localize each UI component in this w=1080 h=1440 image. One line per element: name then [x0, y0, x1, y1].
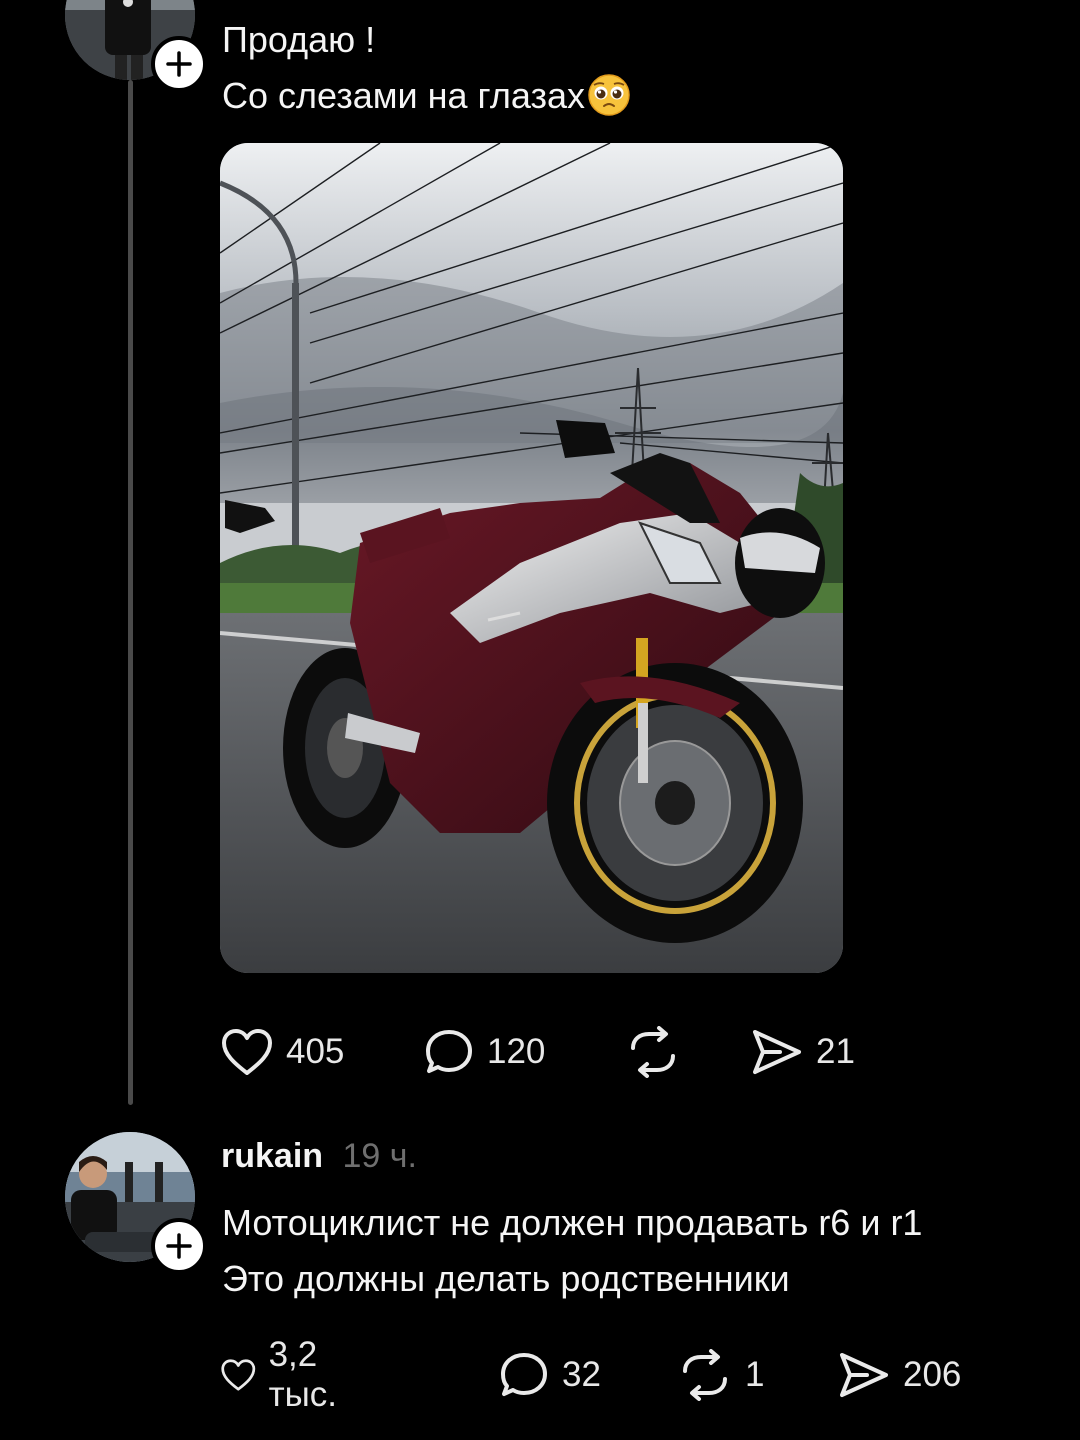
plus-icon — [166, 51, 192, 77]
share-button[interactable]: 21 — [750, 1024, 855, 1080]
follow-reply-author-button[interactable] — [151, 1218, 207, 1274]
repost-icon — [683, 1349, 727, 1401]
heart-icon — [221, 1359, 256, 1391]
repost-button[interactable] — [625, 1024, 693, 1080]
heart-icon — [222, 1029, 272, 1075]
share-icon — [753, 1030, 801, 1074]
pleading-face-emoji-icon — [588, 74, 630, 117]
reply-share-count: 206 — [903, 1355, 962, 1394]
post-text-line: Со слезами на глазах — [222, 68, 631, 124]
plus-icon — [166, 1233, 192, 1259]
follow-author-button[interactable] — [151, 36, 207, 92]
repost-icon — [631, 1026, 675, 1078]
reply-repost-count: 1 — [745, 1355, 765, 1394]
reply-repost-button[interactable]: 1 — [677, 1347, 764, 1403]
like-count: 405 — [286, 1032, 345, 1071]
reply-timestamp: 19 ч. — [342, 1137, 417, 1175]
motorcycle-photo-image — [220, 143, 843, 973]
share-icon — [840, 1353, 888, 1397]
comment-count: 120 — [487, 1032, 546, 1071]
reply-comment-button[interactable]: 32 — [498, 1347, 601, 1403]
post-text: Продаю ! Со слезами на глазах — [222, 12, 631, 124]
reply-username[interactable]: rukain — [221, 1137, 323, 1175]
thread-line — [128, 80, 133, 1105]
comment-button[interactable]: 120 — [423, 1024, 545, 1080]
reply-like-button[interactable]: 3,2 тыс. — [220, 1335, 354, 1414]
reply-text: Мотоциклист не должен продавать r6 и r1 … — [222, 1195, 922, 1307]
comment-icon — [426, 1030, 472, 1073]
comment-icon — [501, 1353, 547, 1396]
reply-header: rukain 19 ч. — [221, 1132, 417, 1180]
reply-text-line: Мотоциклист не должен продавать r6 и r1 — [222, 1202, 923, 1243]
share-count: 21 — [816, 1032, 855, 1071]
like-button[interactable]: 405 — [220, 1024, 344, 1080]
post-text-line: Продаю ! — [222, 19, 376, 60]
reply-like-count: 3,2 тыс. — [268, 1335, 337, 1414]
reply-text-line: Это должны делать родственники — [222, 1258, 790, 1299]
reply-share-button[interactable]: 206 — [837, 1347, 961, 1403]
motorcycle-photo[interactable] — [220, 143, 843, 973]
reply-comment-count: 32 — [562, 1355, 601, 1394]
